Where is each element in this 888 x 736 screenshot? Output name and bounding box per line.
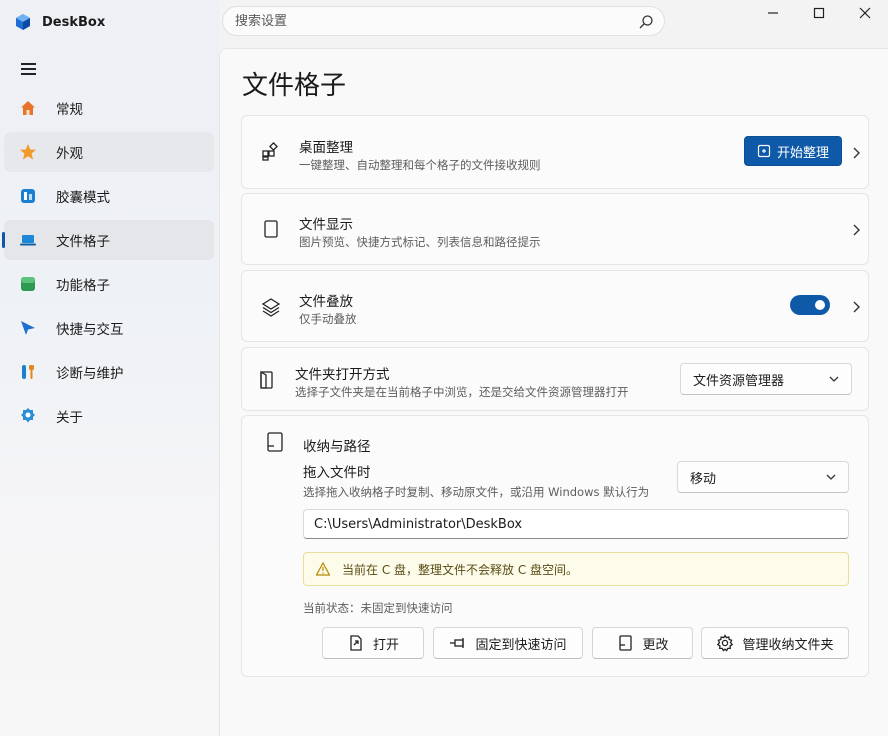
gear-icon <box>716 634 734 652</box>
close-icon[interactable] <box>842 0 888 26</box>
sidebar-item-label: 文件格子 <box>56 234 110 250</box>
manage-folder-button-label: 管理收纳文件夹 <box>742 637 834 653</box>
start-organize-label: 开始整理 <box>776 145 829 161</box>
layers-icon <box>260 296 282 318</box>
chevron-down-icon <box>826 474 836 480</box>
search-input[interactable] <box>235 13 635 29</box>
drop-behavior-select-value: 移动 <box>690 471 717 487</box>
c-drive-warning: 当前在 C 盘，整理文件不会释放 C 盘空间。 <box>303 552 849 586</box>
sidebar-item-file-grid[interactable]: 文件格子 <box>2 220 214 260</box>
storage-icon <box>264 431 286 453</box>
file-icon <box>260 218 282 240</box>
hamburger-icon[interactable] <box>12 56 44 82</box>
toggle-knob <box>815 300 825 310</box>
pin-icon <box>449 634 467 652</box>
drop-behavior-desc: 选择拖入收纳格子时复制、移动原文件，或沿用 Windows 默认行为 <box>303 485 650 499</box>
storage-path-input[interactable] <box>303 509 849 539</box>
manage-storage-folder-button[interactable]: 管理收纳文件夹 <box>701 627 849 659</box>
card-title: 文件显示 <box>299 217 353 233</box>
drop-behavior-title: 拖入文件时 <box>303 465 371 481</box>
star-icon <box>18 142 38 162</box>
drop-behavior-select[interactable]: 移动 <box>677 461 849 493</box>
sidebar-item-capsule-mode[interactable]: 胶囊模式 <box>4 176 214 216</box>
cursor-arrow-icon <box>18 318 38 338</box>
card-desc: 仅手动叠放 <box>299 312 357 326</box>
pin-quick-access-button[interactable]: 固定到快速访问 <box>433 627 583 659</box>
sidebar-item-shortcuts[interactable]: 快捷与交互 <box>4 308 214 348</box>
file-stack-toggle[interactable] <box>790 295 830 315</box>
window-controls <box>750 0 888 28</box>
maximize-icon[interactable] <box>796 0 842 26</box>
sidebar-item-label: 关于 <box>56 410 83 426</box>
warning-icon <box>316 562 330 576</box>
card-title: 文件叠放 <box>299 294 353 310</box>
chevron-right-icon[interactable] <box>850 300 862 314</box>
change-button-label: 更改 <box>642 637 669 653</box>
open-button-label: 打开 <box>372 637 399 653</box>
sidebar-item-label: 功能格子 <box>56 278 110 294</box>
sidebar-item-function-grid[interactable]: 功能格子 <box>4 264 214 304</box>
sidebar-item-diagnostics[interactable]: 诊断与维护 <box>4 352 214 392</box>
card-storage-path: 收纳与路径 拖入文件时 选择拖入收纳格子时复制、移动原文件，或沿用 Window… <box>241 415 869 677</box>
laptop-icon <box>18 230 38 250</box>
app-name: DeskBox <box>42 14 106 30</box>
sidebar-item-label: 快捷与交互 <box>56 322 124 338</box>
green-box-icon <box>18 274 38 294</box>
sidebar-item-general[interactable]: 常规 <box>4 88 214 128</box>
card-file-stack: 文件叠放 仅手动叠放 <box>241 270 869 342</box>
card-folder-open: 文件夹打开方式 选择子文件夹是在当前格子中浏览，还是交给文件资源管理器打开 文件… <box>241 347 869 411</box>
folder-open-select[interactable]: 文件资源管理器 <box>680 363 852 395</box>
card-file-display[interactable]: 文件显示 图片预览、快捷方式标记、列表信息和路径提示 <box>241 193 869 265</box>
change-file-icon <box>616 634 634 652</box>
capsule-icon <box>18 186 38 206</box>
sidebar-item-label: 外观 <box>56 146 83 162</box>
card-desktop-organize[interactable]: 桌面整理 一键整理、自动整理和每个格子的文件接收规则 开始整理 <box>241 115 869 189</box>
page-title: 文件格子 <box>242 71 347 101</box>
card-desc: 图片预览、快捷方式标记、列表信息和路径提示 <box>299 235 541 249</box>
change-path-button[interactable]: 更改 <box>592 627 693 659</box>
folder-open-icon <box>256 369 278 391</box>
home-icon <box>18 98 38 118</box>
sidebar-item-appearance[interactable]: 外观 <box>4 132 214 172</box>
open-folder-button[interactable]: 打开 <box>322 627 424 659</box>
sidebar: DeskBox 常规 外观 胶囊模式 文件格子 功能格子 快捷与交互 诊断与维护… <box>0 0 219 736</box>
sidebar-item-label: 胶囊模式 <box>56 190 110 206</box>
pin-status-text: 当前状态：未固定到快速访问 <box>303 601 453 615</box>
search-icon[interactable] <box>638 14 654 30</box>
tools-icon <box>18 362 38 382</box>
card-desc: 一键整理、自动整理和每个格子的文件接收规则 <box>299 158 541 172</box>
warning-text: 当前在 C 盘，整理文件不会释放 C 盘空间。 <box>342 562 579 577</box>
deskbox-cube-logo <box>16 14 30 30</box>
search-box <box>222 6 665 36</box>
card-title: 桌面整理 <box>299 140 353 156</box>
chevron-right-icon[interactable] <box>850 223 862 237</box>
sidebar-nav: 常规 外观 胶囊模式 文件格子 功能格子 快捷与交互 诊断与维护 关于 <box>2 88 214 440</box>
pin-button-label: 固定到快速访问 <box>475 637 567 653</box>
app-window: DeskBox 常规 外观 胶囊模式 文件格子 功能格子 快捷与交互 诊断与维护… <box>0 0 888 736</box>
chevron-down-icon <box>829 376 839 382</box>
organize-icon <box>757 144 771 158</box>
app-brand: DeskBox <box>14 12 105 32</box>
card-title: 收纳与路径 <box>303 439 371 455</box>
info-badge-icon <box>18 406 38 426</box>
start-organize-button[interactable]: 开始整理 <box>744 136 842 166</box>
sidebar-item-label: 诊断与维护 <box>56 366 124 382</box>
card-title: 文件夹打开方式 <box>295 367 390 383</box>
sidebar-item-label: 常规 <box>56 102 83 118</box>
main-content: 文件格子 桌面整理 一键整理、自动整理和每个格子的文件接收规则 开始整理 文件显… <box>219 48 888 736</box>
grid-add-icon <box>260 141 282 163</box>
open-file-icon <box>347 634 365 652</box>
folder-open-select-value: 文件资源管理器 <box>693 373 785 389</box>
minimize-icon[interactable] <box>750 0 796 26</box>
sidebar-item-about[interactable]: 关于 <box>4 396 214 436</box>
card-desc: 选择子文件夹是在当前格子中浏览，还是交给文件资源管理器打开 <box>295 385 629 399</box>
chevron-right-icon[interactable] <box>850 146 862 160</box>
